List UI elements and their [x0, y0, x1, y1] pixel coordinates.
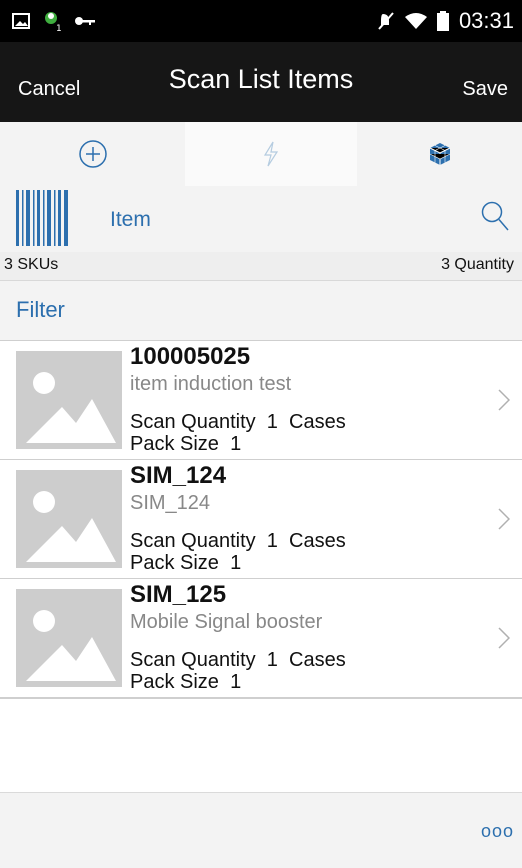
- app-header: Cancel Scan List Items Save: [0, 42, 522, 122]
- cube-icon: [429, 143, 450, 165]
- svg-text:1: 1: [56, 24, 62, 32]
- item-list: 100005025 item induction test Scan Quant…: [0, 340, 522, 699]
- search-icon[interactable]: [480, 200, 510, 232]
- item-description: SIM_124: [130, 492, 211, 514]
- list-item[interactable]: SIM_125 Mobile Signal booster Scan Quant…: [0, 578, 522, 699]
- tab-quick-scan[interactable]: [185, 122, 357, 186]
- filter-row: Filter: [0, 280, 522, 341]
- wifi-icon: [404, 13, 427, 29]
- lightning-icon: [263, 141, 279, 167]
- quantity-total: 3 Quantity: [441, 256, 514, 273]
- image-placeholder-icon: [16, 589, 122, 687]
- save-button[interactable]: Save: [462, 78, 508, 101]
- more-options-button[interactable]: ooo: [481, 821, 514, 842]
- key-icon: [75, 17, 95, 25]
- cancel-button[interactable]: Cancel: [18, 78, 80, 101]
- item-scan-label[interactable]: Item: [110, 208, 151, 232]
- summary-row: 3 SKUs 3 Quantity: [0, 252, 522, 280]
- footer-bar: ooo: [0, 792, 522, 868]
- item-description: item induction test: [130, 373, 292, 395]
- item-id: SIM_125: [130, 581, 227, 608]
- status-bar: 1 03:31: [0, 0, 522, 42]
- item-pack-size: Pack Size 1: [130, 552, 242, 574]
- barcode-icon[interactable]: [16, 190, 68, 246]
- item-scan-quantity: Scan Quantity 1 Cases: [130, 530, 346, 552]
- chevron-right-icon[interactable]: [498, 627, 510, 649]
- list-item[interactable]: SIM_124 SIM_124 Scan Quantity 1 Cases Pa…: [0, 459, 522, 578]
- item-scan-quantity: Scan Quantity 1 Cases: [130, 649, 346, 671]
- image-placeholder-icon: [16, 470, 122, 568]
- chevron-right-icon[interactable]: [498, 389, 510, 411]
- list-item[interactable]: 100005025 item induction test Scan Quant…: [0, 340, 522, 459]
- item-id: 100005025: [130, 343, 251, 370]
- battery-icon: [436, 11, 449, 31]
- sku-count: 3 SKUs: [4, 256, 59, 273]
- item-description: Mobile Signal booster: [130, 611, 323, 633]
- action-tab-bar: [0, 122, 522, 187]
- chevron-right-icon[interactable]: [498, 508, 510, 530]
- image-placeholder-icon: [16, 351, 122, 449]
- tab-add[interactable]: [0, 122, 185, 186]
- item-pack-size: Pack Size 1: [130, 433, 242, 455]
- gallery-notification-icon: [12, 13, 30, 29]
- item-scan-quantity: Scan Quantity 1 Cases: [130, 411, 346, 433]
- tab-cube[interactable]: [357, 122, 522, 186]
- user-notification-icon: 1: [45, 12, 62, 32]
- filter-link[interactable]: Filter: [16, 297, 65, 323]
- scan-input-row[interactable]: Item: [0, 186, 522, 252]
- add-circle-icon: [78, 140, 107, 168]
- status-time: 03:31: [458, 8, 514, 33]
- mute-icon: [378, 12, 394, 30]
- item-id: SIM_124: [130, 462, 227, 489]
- item-pack-size: Pack Size 1: [130, 671, 242, 693]
